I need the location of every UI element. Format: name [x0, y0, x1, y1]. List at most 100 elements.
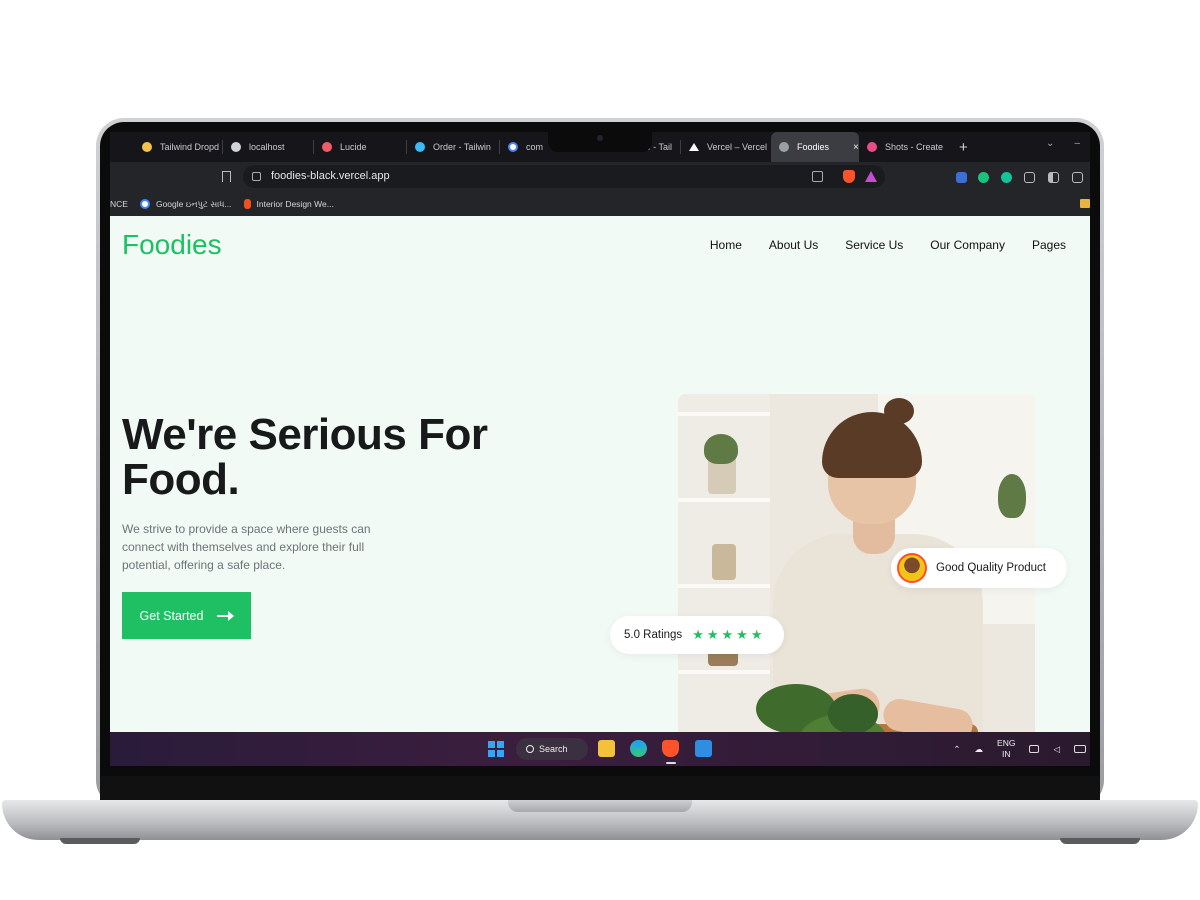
google-icon [139, 199, 150, 209]
screen: Tailwind Dropd localhost Lucide Order - … [110, 132, 1090, 766]
url-field[interactable]: foodies-black.vercel.app [243, 165, 885, 188]
taskbar-search-label: Search [539, 744, 568, 754]
laptop-mockup: Tailwind Dropd localhost Lucide Order - … [0, 0, 1200, 900]
bookmark-item[interactable]: NCE [110, 199, 128, 209]
tab-order-tailwind[interactable]: Order - Tailwin [407, 132, 499, 162]
nav-about-us[interactable]: About Us [769, 238, 818, 252]
language-secondary: IN [1001, 749, 1011, 759]
taskbar-search[interactable]: Search [516, 738, 588, 760]
bookmark-label: Interior Design We... [256, 199, 334, 209]
chevron-up-icon[interactable]: ⌃ [953, 744, 960, 755]
nav-our-company[interactable]: Our Company [930, 238, 1005, 252]
hero-subtitle: We strive to provide a space where guest… [122, 522, 371, 572]
vercel-favicon-icon [689, 143, 699, 151]
site-settings-icon[interactable] [252, 172, 261, 181]
image-shelf-board [678, 498, 770, 502]
browser-address-bar: foodies-black.vercel.app [110, 162, 1090, 192]
arrow-right-icon [217, 610, 235, 621]
vscode-icon[interactable] [695, 740, 712, 757]
image-jar [712, 544, 736, 580]
battery-icon[interactable] [1074, 745, 1086, 753]
tab-vercel[interactable]: Vercel – Vercel [681, 132, 771, 162]
extensions-puzzle-icon[interactable] [1024, 172, 1035, 183]
nav-home[interactable]: Home [710, 238, 742, 252]
minimize-icon[interactable]: – [1074, 138, 1080, 149]
tab-label: localhost [249, 142, 285, 152]
chatgpt-extension-icon[interactable] [978, 172, 989, 183]
tab-localhost[interactable]: localhost [223, 132, 313, 162]
site-logo[interactable]: Foodies [122, 229, 222, 261]
figma-icon [243, 199, 251, 209]
quality-badge: Good Quality Product [891, 548, 1067, 588]
bookmark-icon[interactable] [222, 171, 231, 182]
tab-lucide[interactable]: Lucide [314, 132, 406, 162]
hero-title: We're Serious For Food. [122, 410, 488, 504]
wallet-icon[interactable] [1072, 172, 1083, 183]
tab-foodies[interactable]: Foodies × [771, 132, 859, 162]
tab-shots[interactable]: Shots - Create [859, 132, 949, 162]
image-plant [998, 474, 1026, 518]
brave-icon[interactable] [662, 740, 679, 757]
shots-favicon-icon [867, 142, 877, 152]
laptop-base-notch [508, 800, 692, 812]
brave-rewards-icon[interactable] [865, 171, 877, 182]
image-shelf-board [678, 584, 770, 588]
edge-icon[interactable] [630, 740, 647, 757]
display-icon[interactable] [1029, 745, 1040, 753]
image-plant [704, 434, 738, 464]
share-icon[interactable] [812, 171, 823, 182]
url-text: foodies-black.vercel.app [271, 170, 390, 182]
google-favicon-icon [508, 142, 518, 152]
tab-label: Tailwind Dropd [160, 142, 220, 152]
system-tray: ⌃ ☁ ENG IN ◁ [953, 732, 1090, 766]
cloud-icon[interactable]: ☁ [975, 744, 984, 755]
tailwind-favicon-icon [415, 142, 425, 152]
chevron-down-icon[interactable]: ⌄ [1046, 138, 1054, 149]
site-nav: Home About Us Service Us Our Company Pag… [710, 238, 1066, 252]
language-indicator[interactable]: ENG IN [997, 738, 1015, 760]
tab-label: Lucide [340, 142, 367, 152]
camera-notch [548, 132, 652, 152]
tailwind-dropdown-favicon-icon [142, 142, 152, 152]
ratings-badge: 5.0 Ratings ★ ★ ★ ★ ★ [610, 616, 784, 654]
ratings-label: 5.0 Ratings [624, 629, 683, 641]
tab-tailwind-dropdown[interactable]: Tailwind Dropd [134, 132, 222, 162]
windows-start-icon[interactable] [488, 741, 504, 757]
star-icon: ★ [692, 627, 704, 642]
quality-badge-label: Good Quality Product [936, 562, 1046, 574]
laptop-foot [1060, 838, 1140, 844]
image-hair-bun [884, 398, 914, 424]
nav-pages[interactable]: Pages [1032, 238, 1066, 252]
sidebar-toggle-icon[interactable] [1048, 172, 1059, 183]
close-tab-icon[interactable]: × [853, 142, 859, 153]
window-controls: ⌄ – [1046, 138, 1080, 149]
image-shelf-board [678, 670, 770, 674]
image-shelf-board [678, 412, 770, 416]
os-taskbar: Search ⌃ ☁ ENG IN ◁ [110, 732, 1090, 766]
star-icon: ★ [736, 627, 748, 642]
bookmark-item[interactable]: Google ઇનપુટ સાધ... [139, 198, 232, 210]
bookmark-label: Google ઇનપુટ સાધ... [155, 198, 232, 209]
language-primary: ENG [997, 738, 1016, 748]
bookmark-item[interactable]: Interior Design We... [243, 199, 334, 209]
lucide-favicon-icon [322, 142, 332, 152]
tab-label: Order - Tailwin [433, 142, 491, 152]
star-icon: ★ [750, 627, 763, 642]
active-app-indicator [666, 762, 676, 764]
tab-label: com [526, 142, 544, 152]
nav-service-us[interactable]: Service Us [845, 238, 903, 252]
file-explorer-icon[interactable] [598, 740, 615, 757]
camera-icon [597, 135, 603, 141]
new-tab-button[interactable]: + [959, 139, 968, 156]
extension-shield-icon[interactable] [956, 172, 967, 183]
speaker-icon[interactable]: ◁ [1053, 744, 1060, 755]
star-icon: ★ [706, 627, 719, 642]
image-lettuce [828, 694, 878, 734]
tab-label: Shots - Create [885, 142, 944, 152]
avatar [897, 553, 927, 583]
folder-icon[interactable] [1080, 199, 1090, 208]
brave-shields-icon[interactable] [843, 170, 855, 183]
get-started-button[interactable]: Get Started [122, 592, 251, 639]
grammarly-extension-icon[interactable] [1001, 172, 1012, 183]
globe-favicon-icon [779, 142, 789, 152]
